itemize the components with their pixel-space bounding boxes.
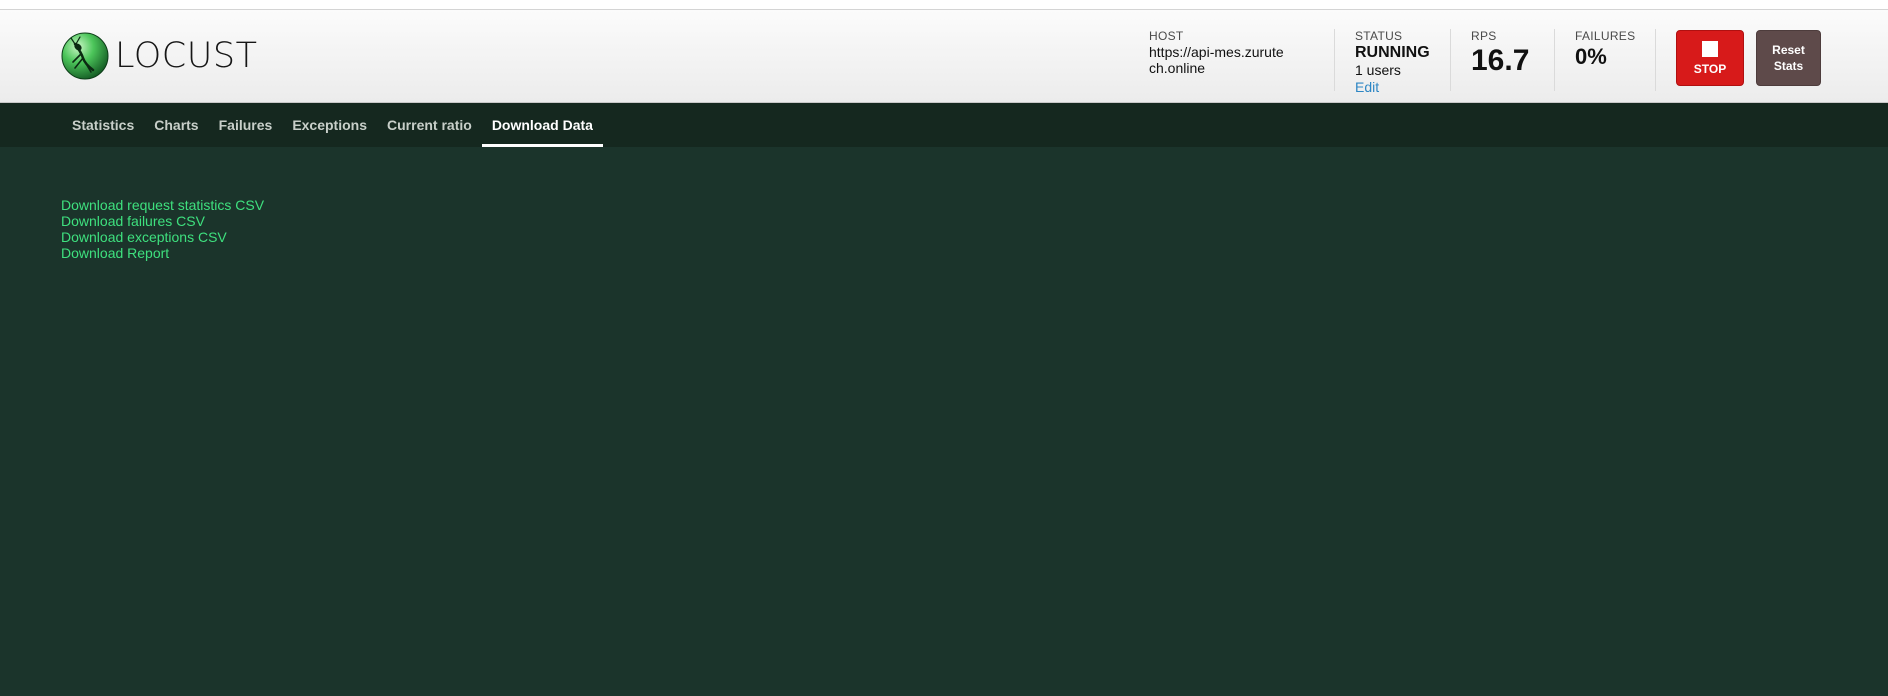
tab-exceptions[interactable]: Exceptions [282, 103, 377, 147]
status-label: STATUS [1355, 29, 1403, 43]
download-exceptions-link[interactable]: Download exceptions CSV [61, 229, 1888, 245]
logo-text: LOCUST [115, 36, 258, 76]
locust-logo-icon [61, 32, 109, 80]
status-stat: STATUS RUNNING 1 users Edit [1335, 29, 1451, 95]
tab-download-data[interactable]: Download Data [481, 103, 603, 147]
host-label: HOST [1149, 29, 1184, 43]
header: LOCUST HOST https://api-mes.zurutech.onl… [0, 10, 1888, 103]
users-count: 1 users [1355, 62, 1401, 78]
stop-square-icon [1702, 40, 1718, 57]
download-failures-link[interactable]: Download failures CSV [61, 213, 1888, 229]
tab-charts[interactable]: Charts [144, 103, 208, 147]
failures-stat: FAILURES 0% [1555, 29, 1656, 91]
host-value: https://api-mes.zurutech.online [1149, 44, 1284, 76]
download-data-panel: Download request statistics CSV Download… [0, 147, 1888, 261]
stop-label: STOP [1693, 61, 1727, 76]
failures-label: FAILURES [1575, 29, 1636, 43]
reset-stats-button[interactable]: Reset Stats [1756, 30, 1821, 86]
failures-value: 0% [1575, 44, 1607, 69]
rps-label: RPS [1471, 29, 1497, 43]
download-report-link[interactable]: Download Report [61, 245, 1888, 261]
control-buttons: STOP Reset Stats [1656, 30, 1888, 86]
stats-bar: HOST https://api-mes.zurutech.online STA… [1149, 29, 1888, 95]
rps-stat: RPS 16.7 [1451, 29, 1555, 91]
logo[interactable]: LOCUST [61, 32, 257, 80]
rps-value: 16.7 [1471, 44, 1530, 77]
edit-link[interactable]: Edit [1355, 79, 1379, 95]
status-value: RUNNING [1355, 44, 1430, 61]
download-request-stats-link[interactable]: Download request statistics CSV [61, 197, 1888, 213]
stop-button[interactable]: STOP [1676, 30, 1744, 86]
tab-statistics[interactable]: Statistics [62, 103, 144, 147]
top-strip [0, 0, 1888, 10]
host-stat: HOST https://api-mes.zurutech.online [1149, 29, 1335, 91]
main-nav: Statistics Charts Failures Exceptions Cu… [0, 103, 1888, 147]
tab-current-ratio[interactable]: Current ratio [377, 103, 482, 147]
tab-failures[interactable]: Failures [209, 103, 283, 147]
